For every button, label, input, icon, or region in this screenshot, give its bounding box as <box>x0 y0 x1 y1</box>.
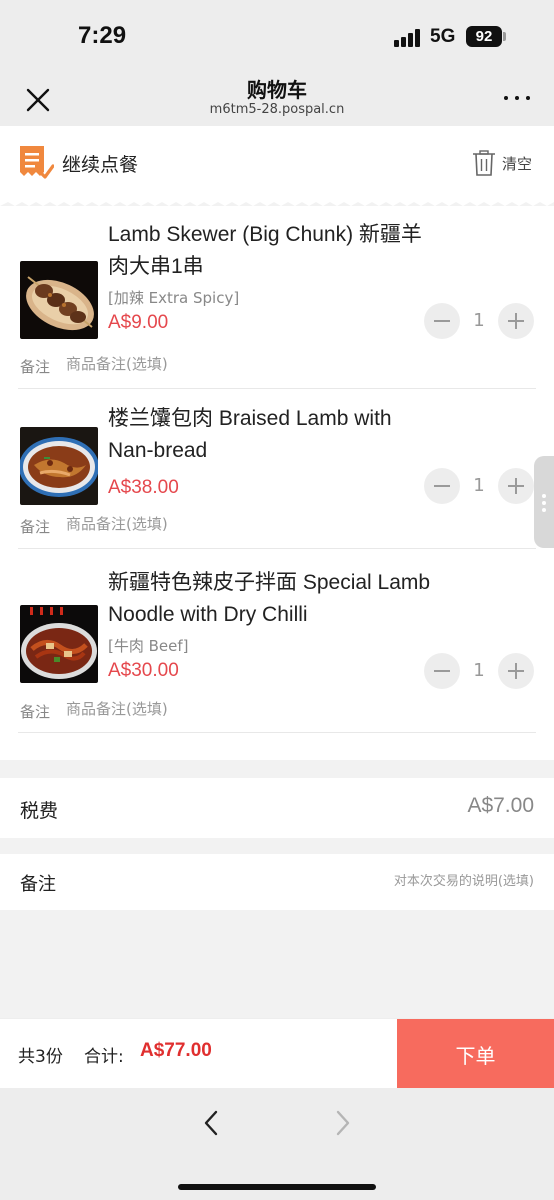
nav-bar: 购物车 m6tm5-28.pospal.cn <box>0 72 554 126</box>
item-note-input[interactable] <box>66 515 366 533</box>
total-amount: A$77.00 <box>140 1040 212 1061</box>
item-name: Lamb Skewer (Big Chunk) 新疆羊肉大串1串 <box>108 223 422 278</box>
item-image-lamb-skewer[interactable] <box>20 261 98 339</box>
back-arrow-icon[interactable] <box>200 1110 224 1136</box>
battery-tip <box>503 32 506 41</box>
status-time: 7:29 <box>78 22 127 49</box>
item-note-label: 备注 <box>20 358 51 376</box>
increase-quantity-button[interactable] <box>498 653 534 689</box>
item-name: 新疆特色辣皮子拌面 Special Lamb Noodle with Dry C… <box>108 571 431 626</box>
home-indicator <box>178 1184 376 1190</box>
item-quantity: 1 <box>473 660 485 681</box>
item-image-lamb-noodle[interactable] <box>20 605 98 683</box>
item-quantity: 1 <box>473 475 485 496</box>
cart-item: Lamb Skewer (Big Chunk) 新疆羊肉大串1串 [加辣 Ext… <box>0 206 554 389</box>
item-image-braised-lamb[interactable] <box>20 427 98 505</box>
item-price: A$30.00 <box>108 660 179 681</box>
tax-row: 税费 A$7.00 <box>0 778 554 838</box>
order-remark-label: 备注 <box>20 874 56 895</box>
cart-item: 新疆特色辣皮子拌面 Special Lamb Noodle with Dry C… <box>0 549 554 733</box>
place-order-button[interactable]: 下单 <box>397 1019 554 1089</box>
decrease-quantity-button[interactable] <box>424 653 460 689</box>
forward-arrow-icon[interactable] <box>330 1110 354 1136</box>
item-note-input[interactable] <box>66 700 366 718</box>
decrease-quantity-button[interactable] <box>424 303 460 339</box>
battery-icon: 92 <box>466 26 502 47</box>
tax-label: 税费 <box>20 800 59 822</box>
cart-item-list: Lamb Skewer (Big Chunk) 新疆羊肉大串1串 [加辣 Ext… <box>0 206 554 760</box>
cart-toolbar: 继续点餐 清空 <box>0 126 554 200</box>
order-list-icon <box>18 144 55 182</box>
order-remark-input[interactable] <box>274 874 534 889</box>
order-remark-row: 备注 <box>0 854 554 910</box>
item-name: 楼兰馕包肉 Braised Lamb with Nan-bread <box>108 407 392 462</box>
item-option: [加辣 Extra Spicy] <box>108 289 240 307</box>
network-type: 5G <box>430 26 456 47</box>
item-price: A$9.00 <box>108 312 169 333</box>
side-drawer-handle[interactable] <box>534 456 554 548</box>
item-note-label: 备注 <box>20 518 51 536</box>
browser-toolbar <box>0 1088 554 1200</box>
decrease-quantity-button[interactable] <box>424 468 460 504</box>
status-bar: 7:29 5G 92 <box>0 0 554 72</box>
page-domain: m6tm5-28.pospal.cn <box>209 102 345 117</box>
clear-cart-button[interactable]: 清空 <box>502 153 532 174</box>
continue-ordering-link[interactable]: 继续点餐 <box>62 150 138 177</box>
item-price: A$38.00 <box>108 477 179 498</box>
item-option: [牛肉 Beef] <box>108 637 189 655</box>
trash-icon[interactable] <box>472 150 496 176</box>
tax-value: A$7.00 <box>467 794 534 817</box>
total-label: 合计: <box>84 1047 124 1067</box>
item-quantity: 1 <box>473 310 485 331</box>
item-divider <box>18 732 536 733</box>
signal-icon <box>394 29 420 47</box>
page-title: 购物车 <box>247 78 307 102</box>
cart-item: 楼兰馕包肉 Braised Lamb with Nan-bread A$38.0… <box>0 389 554 549</box>
item-count: 共3份 <box>18 1047 63 1067</box>
checkout-bar: 共3份 合计: A$77.00 下单 <box>0 1018 554 1089</box>
increase-quantity-button[interactable] <box>498 468 534 504</box>
increase-quantity-button[interactable] <box>498 303 534 339</box>
item-note-label: 备注 <box>20 703 51 721</box>
more-dots-icon[interactable] <box>500 90 534 106</box>
item-note-input[interactable] <box>66 355 366 373</box>
